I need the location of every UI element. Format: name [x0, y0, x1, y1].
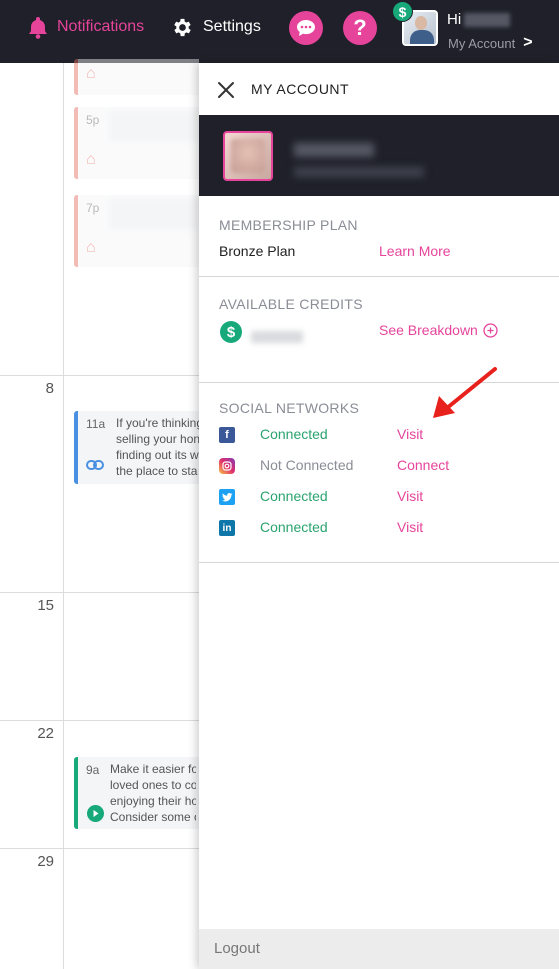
my-account-panel: MY ACCOUNT MEMBERSHIP PLAN Bronze Plan L…	[199, 63, 559, 969]
link-icon	[86, 460, 104, 470]
calendar-event[interactable]: 11a If you're thinking selling your hon …	[74, 411, 202, 484]
bell-icon	[29, 17, 47, 39]
chat-button[interactable]	[289, 11, 323, 45]
settings-label: Settings	[203, 18, 261, 35]
twitter-icon	[219, 489, 235, 505]
calendar-event[interactable]: ⌂	[74, 59, 199, 95]
chevron-right-icon: >	[523, 34, 533, 51]
event-time: 7p	[86, 201, 100, 215]
greeting-label: Hi	[447, 11, 462, 28]
facebook-status: Connected	[260, 426, 328, 442]
instagram-status: Not Connected	[260, 457, 354, 473]
linkedin-icon: in	[219, 520, 235, 536]
settings-button[interactable]: Settings	[171, 14, 261, 40]
calendar-grid: 8 15 22 29 ⌂ 5p ⌂ 7p ⌂ 11a If you're thi…	[0, 59, 202, 969]
day-number: 29	[37, 853, 54, 870]
see-breakdown-label: See Breakdown	[379, 322, 478, 338]
profile-picture[interactable]	[223, 131, 273, 181]
instagram-connect-link[interactable]: Connect	[397, 457, 449, 473]
close-icon[interactable]	[217, 81, 235, 99]
home-icon: ⌂	[86, 151, 96, 168]
day-number: 8	[45, 380, 54, 397]
home-icon: ⌂	[86, 65, 96, 82]
event-time: 9a	[86, 763, 100, 777]
day-number: 22	[37, 725, 54, 742]
learn-more-link[interactable]: Learn More	[379, 243, 451, 259]
greeting: Hi	[447, 11, 511, 28]
social-heading: SOCIAL NETWORKS	[219, 400, 360, 416]
day-number: 15	[37, 597, 54, 614]
profile-name-blur	[294, 143, 374, 157]
logout-label: Logout	[214, 940, 260, 957]
chat-bubble-icon	[297, 20, 315, 36]
plan-name: Bronze Plan	[219, 243, 296, 259]
week-divider	[0, 375, 199, 376]
calendar-event[interactable]: 5p ⌂	[74, 107, 200, 179]
gear-icon	[174, 18, 191, 36]
my-account-label: My Account	[448, 35, 516, 51]
question-mark-icon: ?	[353, 15, 367, 40]
week-divider	[0, 848, 199, 849]
event-time: 5p	[86, 113, 100, 127]
profile-band	[199, 115, 559, 196]
calendar-event[interactable]: 7p ⌂	[74, 195, 200, 267]
logout-button[interactable]: Logout	[199, 929, 559, 969]
linkedin-status: Connected	[260, 519, 328, 535]
credits-heading: AVAILABLE CREDITS	[219, 296, 363, 312]
instagram-icon	[219, 458, 235, 474]
credit-amount-blur	[251, 331, 303, 343]
help-button[interactable]: ?	[343, 11, 377, 45]
calendar-event[interactable]: 9a Make it easier fo loved ones to cor e…	[74, 757, 199, 829]
event-line: Make it easier fo	[110, 762, 196, 776]
home-icon: ⌂	[86, 239, 96, 256]
event-line: loved ones to cor	[110, 778, 196, 792]
twitter-status: Connected	[260, 488, 328, 504]
divider	[199, 562, 559, 563]
event-text-blur	[110, 199, 200, 229]
panel-title: MY ACCOUNT	[251, 81, 350, 97]
event-line: the place to sta	[116, 464, 198, 478]
week-divider	[0, 720, 199, 721]
calendar-divider	[63, 63, 64, 969]
my-account-menu[interactable]: My Account >	[448, 34, 533, 52]
annotation-arrow-icon	[433, 367, 497, 418]
event-text: Make it easier fo loved ones to cor enjo…	[110, 761, 196, 825]
week-divider	[0, 592, 199, 593]
twitter-visit-link[interactable]: Visit	[397, 488, 423, 504]
facebook-visit-link[interactable]: Visit	[397, 426, 423, 442]
event-line: finding out its w	[116, 448, 199, 462]
divider	[199, 382, 559, 383]
profile-email-blur	[294, 167, 424, 177]
facebook-icon: f	[219, 427, 235, 443]
dollar-badge-icon: $	[392, 1, 413, 22]
linkedin-visit-link[interactable]: Visit	[397, 519, 423, 535]
event-line: enjoying their hor	[110, 794, 196, 808]
event-line: selling your hon	[116, 432, 201, 446]
event-line: If you're thinking	[116, 416, 202, 430]
membership-heading: MEMBERSHIP PLAN	[219, 217, 358, 233]
event-text-blur	[110, 111, 200, 141]
event-text: If you're thinking selling your hon find…	[116, 415, 202, 479]
username-blur	[464, 13, 511, 28]
plus-circle-icon	[483, 322, 498, 338]
panel-header: MY ACCOUNT	[199, 63, 559, 115]
dollar-coin-icon: $	[220, 321, 242, 343]
divider	[199, 276, 559, 277]
top-bar: Notifications Settings ? $ Hi My Account…	[0, 0, 559, 63]
see-breakdown-link[interactable]: See Breakdown	[379, 322, 498, 338]
play-icon	[87, 805, 104, 822]
event-line: Consider some o	[110, 810, 196, 824]
event-time: 11a	[86, 417, 106, 431]
notifications-button[interactable]: Notifications	[27, 14, 144, 40]
notifications-label: Notifications	[57, 18, 145, 35]
